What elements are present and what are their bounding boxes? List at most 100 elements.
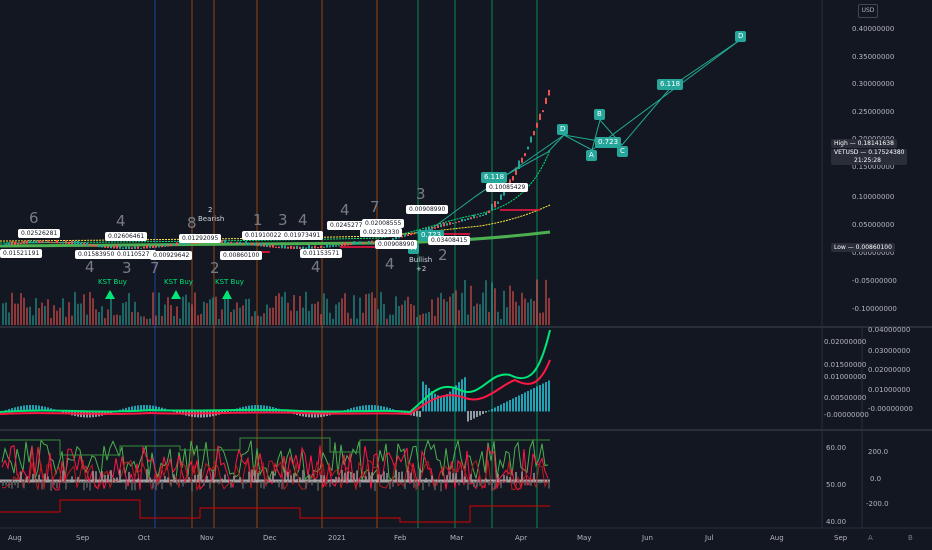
macd-axis-label: 0.01500000 (824, 361, 867, 369)
time-label: May (577, 534, 592, 542)
candle (221, 239, 223, 244)
osc-bar (329, 481, 331, 488)
osc-bar (74, 481, 76, 483)
volume-bar (242, 305, 244, 325)
candle (530, 136, 532, 143)
volume-bar (248, 298, 250, 325)
fib-label: 6.118 (657, 79, 684, 90)
osc-bar (395, 469, 397, 482)
wave-number: 2 (438, 246, 448, 264)
volume-bar (476, 303, 478, 325)
volume-bar (50, 317, 52, 325)
kst-buy-arrow-icon (105, 290, 115, 299)
volume-bar (314, 303, 316, 325)
osc-bar (92, 470, 94, 482)
candle (452, 222, 454, 224)
candle (59, 242, 61, 244)
osc-bar (437, 479, 439, 482)
volume-bar (512, 291, 514, 325)
volume-bar (53, 305, 55, 325)
osc-bar (104, 474, 106, 482)
osc-bar (320, 474, 322, 482)
price-pill: 0.02526281 (18, 229, 61, 238)
osc-bar (239, 476, 241, 482)
osc-bar (548, 481, 550, 489)
wave-count: 1 (253, 211, 263, 229)
macd-bar (545, 382, 547, 412)
candle (533, 131, 535, 136)
osc-bar (173, 474, 175, 482)
volume-bar (131, 312, 133, 325)
osc-bar (152, 481, 154, 489)
osc-bar (419, 469, 421, 482)
volume-bar (185, 294, 187, 325)
osc-bar (230, 481, 232, 488)
candle (164, 243, 166, 247)
volume-bar (221, 309, 223, 325)
osc-bar (383, 471, 385, 482)
osc-bar (332, 478, 334, 482)
osc-bar (242, 481, 244, 489)
osc-bar (389, 481, 391, 490)
macd-bar (527, 391, 529, 412)
candle (338, 245, 340, 247)
volume-bar (203, 301, 205, 325)
kst-buy-label: KST Buy (164, 278, 193, 286)
volume-bar (449, 296, 451, 325)
price-axis-label: -0.10000000 (852, 305, 897, 313)
osc-bar (500, 481, 502, 489)
candle (224, 239, 226, 244)
candle (476, 216, 478, 218)
osc-bar (80, 481, 82, 483)
time-label: Oct (138, 534, 151, 542)
osc-bar (527, 481, 529, 485)
volume-bar (11, 292, 13, 325)
bullish-count: +2 (416, 265, 427, 273)
volume-bar (56, 310, 58, 325)
macd-bar (503, 403, 505, 412)
volume-bar (485, 280, 487, 325)
osc-bar (206, 475, 208, 482)
osc-bar (350, 471, 352, 482)
osc-bar (71, 476, 73, 482)
volume-bar (20, 293, 22, 325)
volume-bar (296, 310, 298, 325)
candle (479, 215, 481, 217)
volume-bar (464, 279, 466, 325)
volume-bar (212, 297, 214, 325)
macd-bar (443, 395, 445, 412)
volume-bar (497, 311, 499, 325)
volume-bar (83, 294, 85, 325)
volume-bar (503, 290, 505, 325)
osc-bar (86, 481, 88, 488)
volume-bar (446, 301, 448, 325)
osc-bar (77, 476, 79, 482)
osc-bar (416, 481, 418, 488)
candle (341, 243, 343, 247)
osc-bar (8, 481, 10, 488)
osc-bar (338, 477, 340, 482)
wave-count: 6 (29, 209, 39, 227)
candle (269, 245, 271, 248)
volume-bar (383, 303, 385, 325)
osc-axis-label: 50.00 (826, 481, 847, 489)
osc-bar (392, 481, 394, 487)
price-pill: 0.00908990 (375, 240, 418, 249)
osc-bar (446, 475, 448, 482)
volume-bar (245, 299, 247, 325)
volume-bar (380, 292, 382, 325)
candle (248, 242, 250, 246)
volume-bar (44, 305, 46, 325)
candle (263, 243, 265, 247)
volume-bar (149, 318, 151, 325)
auto-scale-button[interactable]: A (868, 534, 873, 542)
osc-bar (197, 474, 199, 482)
log-scale-button[interactable]: B (908, 534, 913, 542)
macd-bar (533, 388, 535, 412)
candle (281, 245, 283, 249)
price-chart[interactable] (0, 0, 932, 550)
candle (146, 244, 148, 249)
currency-button[interactable]: USD (858, 4, 878, 18)
kst-buy-arrow-icon (171, 290, 181, 299)
volume-bar (434, 315, 436, 325)
